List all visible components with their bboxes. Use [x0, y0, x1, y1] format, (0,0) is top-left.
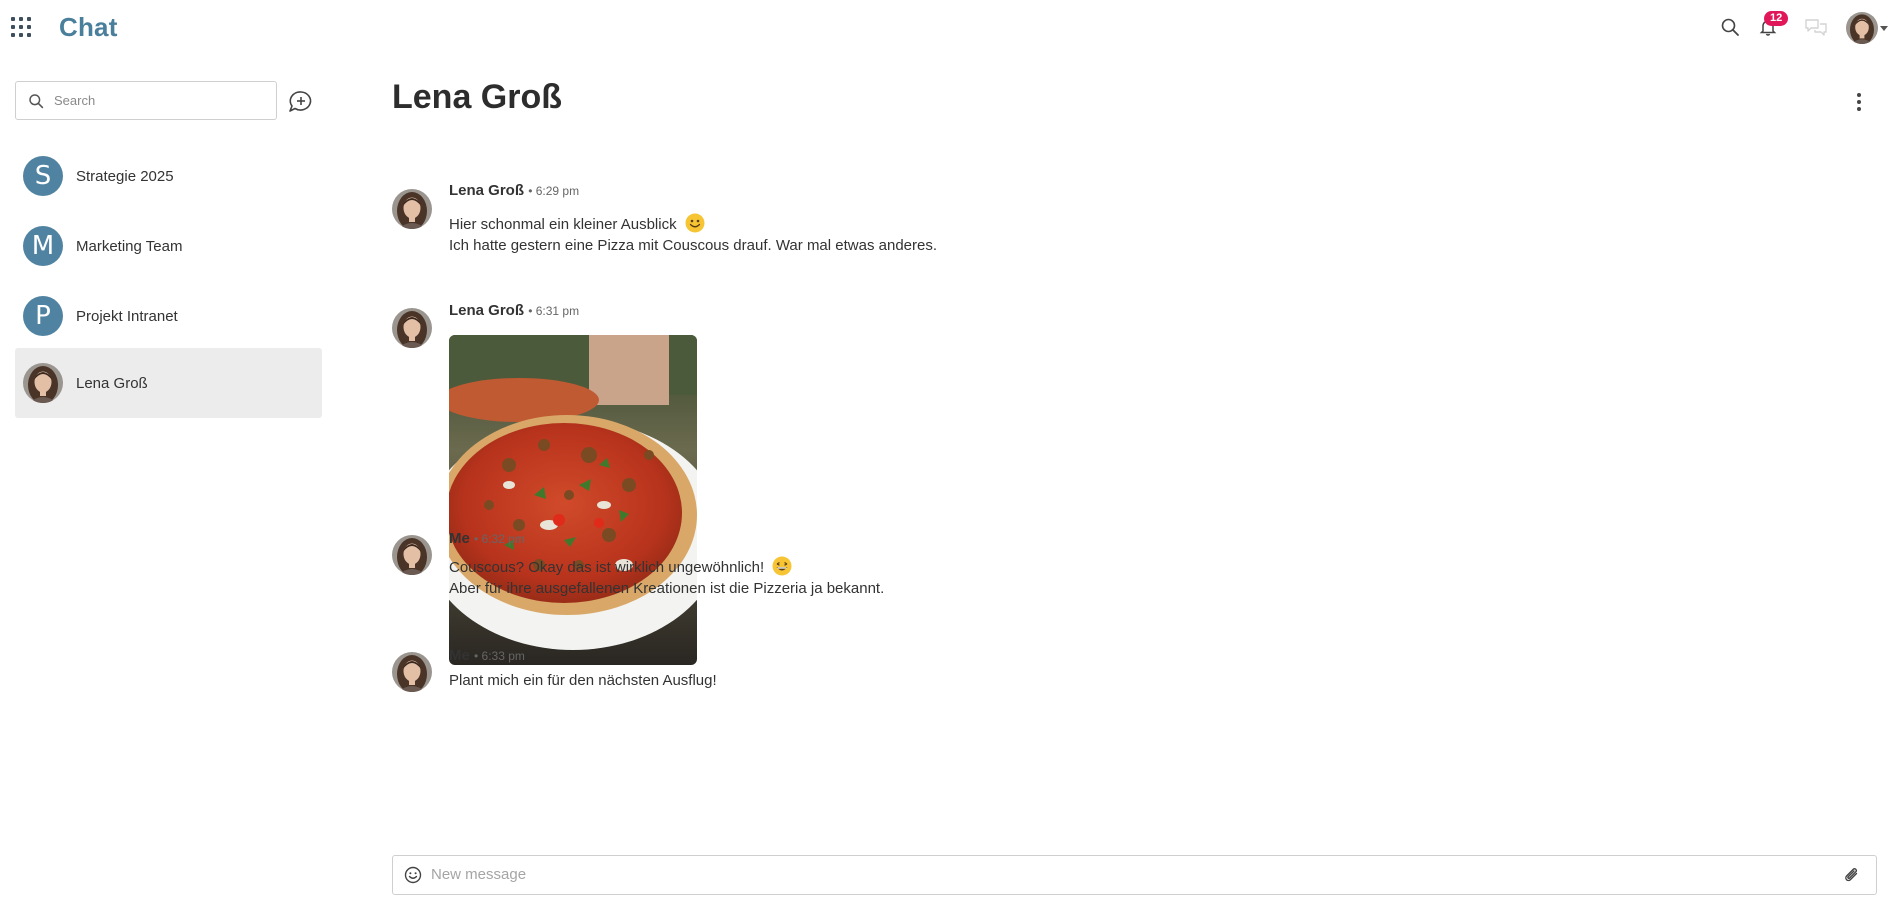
apps-grid-icon[interactable]: [11, 17, 33, 39]
message-time: • 6:33 pm: [474, 649, 525, 663]
message-author: Me: [449, 647, 470, 664]
chat-bubbles-icon[interactable]: [1803, 14, 1829, 40]
user-avatar[interactable]: [1846, 12, 1878, 44]
add-chat-icon: [289, 91, 312, 112]
message-text: Ich hatte gestern eine Pizza mit Couscou…: [449, 237, 938, 254]
message-time: • 6:32 pm: [474, 532, 525, 546]
avatar: [23, 363, 63, 403]
avatar: [392, 189, 432, 229]
message-input[interactable]: New message: [431, 866, 526, 883]
avatar: M: [23, 226, 63, 266]
conversation-panel: Lena Groß Lena Groß • 6:29 pm Hier schon…: [392, 54, 1897, 916]
notification-badge: 12: [1764, 11, 1789, 26]
message-text: Plant mich ein für den nächsten Ausflug!: [449, 672, 717, 689]
message-time: • 6:31 pm: [528, 304, 580, 318]
chat-item-lena-gross[interactable]: Lena Groß: [15, 348, 322, 418]
more-options-icon[interactable]: [1849, 90, 1869, 114]
message-header: Lena Groß • 6:31 pm: [449, 302, 579, 319]
chat-item-label: Marketing Team: [76, 237, 183, 255]
chat-item-label: Projekt Intranet: [76, 307, 178, 325]
smiling-face-emoji-icon: [685, 213, 705, 233]
chevron-down-icon[interactable]: [1880, 26, 1888, 31]
new-chat-button[interactable]: [287, 90, 315, 114]
chat-item-marketing-team[interactable]: M Marketing Team: [15, 211, 322, 281]
grinning-face-emoji-icon: [772, 556, 792, 576]
avatar: [392, 308, 432, 348]
message-author: Lena Groß: [449, 302, 525, 319]
emoji-picker-icon[interactable]: [403, 865, 423, 885]
message-author: Me: [449, 530, 470, 547]
chat-item-label: Lena Groß: [76, 374, 148, 392]
top-bar: Chat 12: [0, 0, 1897, 54]
pizza-photo-attachment[interactable]: [449, 335, 697, 665]
message-composer[interactable]: New message: [392, 855, 1877, 895]
chat-item-projekt-intranet[interactable]: P Projekt Intranet: [15, 281, 322, 351]
search-icon: [29, 93, 44, 108]
sidebar: Search S Strategie 2025 M Marketing Team…: [0, 54, 340, 916]
avatar: P: [23, 296, 63, 336]
avatar: [392, 652, 432, 692]
message-text: Couscous? Okay das ist wirklich ungewöhn…: [449, 556, 792, 576]
app-title[interactable]: Chat: [59, 12, 118, 43]
message-time: • 6:29 pm: [528, 184, 580, 198]
message-text: Aber für ihre ausgefallenen Kreationen i…: [449, 580, 885, 597]
search-icon[interactable]: [1717, 14, 1743, 40]
message-author: Lena Groß: [449, 182, 525, 199]
chat-item-label: Strategie 2025: [76, 167, 174, 185]
message-header: Me • 6:32 pm: [449, 530, 525, 547]
paperclip-icon[interactable]: [1842, 865, 1862, 885]
chat-item-strategie-2025[interactable]: S Strategie 2025: [15, 141, 322, 211]
avatar: S: [23, 156, 63, 196]
search-input[interactable]: Search: [15, 81, 277, 120]
message-list[interactable]: Lena Groß • 6:29 pm Hier schonmal ein kl…: [392, 134, 1872, 864]
avatar: [392, 535, 432, 575]
message-text: Hier schonmal ein kleiner Ausblick: [449, 213, 705, 233]
message-header: Me • 6:33 pm: [449, 647, 525, 664]
page-title: Lena Groß: [392, 78, 563, 116]
search-placeholder: Search: [54, 93, 96, 108]
message-header: Lena Groß • 6:29 pm: [449, 182, 579, 199]
